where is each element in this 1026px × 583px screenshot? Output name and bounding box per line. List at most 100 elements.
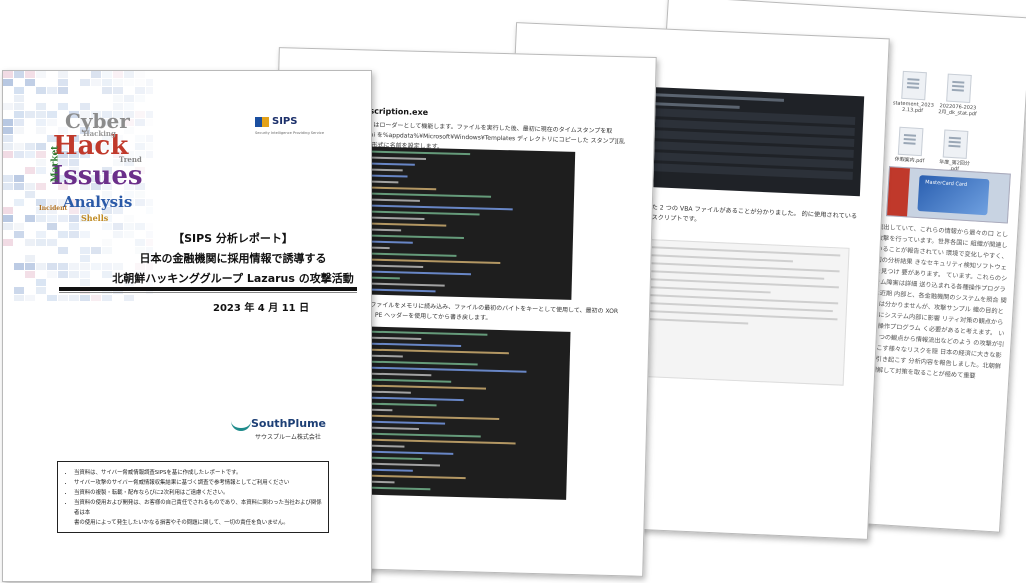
mosaic-tile xyxy=(3,143,13,150)
mosaic-tile xyxy=(80,263,90,270)
mosaic-tile xyxy=(124,95,134,102)
mosaic-tile xyxy=(36,239,46,246)
sips-logo-icon xyxy=(255,116,269,127)
mosaic-tile xyxy=(3,127,13,134)
mosaic-tile xyxy=(80,271,90,278)
page2-para-2: れた.bin ファイルをメモリに読み込み、ファイルの最初のバイトをキーとして使用… xyxy=(344,300,619,322)
mosaic-tile xyxy=(135,87,145,94)
mosaic-tile xyxy=(146,111,153,118)
mosaic-tile xyxy=(69,271,79,278)
mosaic-tile xyxy=(146,119,153,126)
mosaic-tile xyxy=(36,71,46,78)
page3-body-text: られた 2 つの VBA ファイルがあることが分かりました。 的に使用されている… xyxy=(638,203,858,224)
code-screenshot-1 xyxy=(349,146,576,300)
mosaic-tile xyxy=(146,207,153,214)
disclaimer-item: 当資料の複製・転載・配布ならびに2次利用はご遠慮ください。 xyxy=(74,488,324,498)
wave-icon xyxy=(231,416,251,431)
mosaic-tile xyxy=(58,295,68,301)
title-rule xyxy=(59,287,357,291)
mosaic-tile xyxy=(135,95,145,102)
page4-body-text: %流出していて、これらの情報から最々の口 とした攻撃を行っています。世界各国に … xyxy=(862,223,1009,380)
mosaic-tile xyxy=(14,87,24,94)
mosaic-tile xyxy=(102,87,112,94)
mosaic-tile xyxy=(58,79,68,86)
mosaic-tile xyxy=(91,247,101,254)
mosaic-tile xyxy=(146,135,153,142)
mosaic-tile xyxy=(135,71,145,78)
mosaic-tile xyxy=(135,79,145,86)
mosaic-tile xyxy=(47,239,57,246)
mosaic-tile xyxy=(3,79,13,86)
mosaic-tile xyxy=(113,87,123,94)
mosaic-tile xyxy=(80,295,90,301)
mosaic-tile xyxy=(3,183,13,190)
mosaic-tile xyxy=(3,71,13,78)
mosaic-tile xyxy=(91,79,101,86)
mosaic-tile xyxy=(102,295,112,301)
mosaic-tile xyxy=(3,215,13,222)
mosaic-tile xyxy=(102,71,112,78)
mosaic-tile xyxy=(36,263,46,270)
mosaic-tile xyxy=(80,279,90,286)
mosaic-tile xyxy=(58,271,68,278)
mosaic-tile xyxy=(91,71,101,78)
mosaic-tile xyxy=(113,95,123,102)
report-cover-page: Cyber Hack Issues Analysis Hacking Marke… xyxy=(2,70,372,582)
mosaic-tile xyxy=(25,295,35,301)
pdf-file-item: 2022076-2023 2月_dk_stat.pdf xyxy=(937,73,980,131)
disclaimer-item: 書の使用によって発生したいかなる損害やその問題に関して、一切の責任を負いません。 xyxy=(74,520,289,526)
mosaic-tile xyxy=(113,71,123,78)
code-screenshot-2 xyxy=(344,326,571,500)
mosaic-tile xyxy=(58,87,68,94)
script-screenshot xyxy=(631,238,850,386)
mosaic-tile xyxy=(146,199,153,206)
mosaic-tile xyxy=(69,295,79,301)
report-title: 【SIPS 分析レポート】 日本の金融機関に採用情報で誘導する 北朝鮮ハッキング… xyxy=(112,232,354,285)
mosaic-tile xyxy=(3,223,13,230)
mosaic-tile xyxy=(47,263,57,270)
mosaic-tile xyxy=(124,71,134,78)
mosaic-tile xyxy=(58,247,68,254)
mosaic-tile xyxy=(102,79,112,86)
sips-logo: SIPS Security Intelligence Providing Ser… xyxy=(255,116,325,135)
cyber-wordcloud: Cyber Hack Issues Analysis Hacking Marke… xyxy=(39,109,143,223)
mosaic-tile xyxy=(80,79,90,86)
mosaic-tile xyxy=(14,95,24,102)
mosaic-tile xyxy=(3,135,13,142)
disclaimer-item: サイバー攻撃のサイバー脅威情報収集結果に基づく調査で参考情報としてご利用ください xyxy=(74,478,324,488)
mosaic-tile xyxy=(14,263,24,270)
mosaic-tile xyxy=(146,143,153,150)
card-icon: MasterCard Card xyxy=(917,175,990,216)
mosaic-tile xyxy=(47,87,57,94)
mosaic-tile xyxy=(36,87,46,94)
mosaic-tile xyxy=(91,263,101,270)
pdf-file-icon xyxy=(897,126,924,157)
mosaic-tile xyxy=(25,79,35,86)
mosaic-tile xyxy=(58,263,68,270)
mosaic-tile xyxy=(91,295,101,301)
mosaic-tile xyxy=(3,119,13,126)
southplume-logo: SouthPlume サウスプルーム株式会社 xyxy=(231,413,341,441)
mosaic-tile xyxy=(25,71,35,78)
mosaic-tile xyxy=(113,79,123,86)
credit-card-image: MasterCard Card xyxy=(886,166,1011,224)
mosaic-tile xyxy=(3,175,13,182)
mosaic-tile xyxy=(47,271,57,278)
mosaic-tile xyxy=(3,103,13,110)
mosaic-tile xyxy=(14,287,24,294)
mosaic-tile xyxy=(25,255,35,262)
pdf-file-icon xyxy=(901,70,927,101)
mosaic-tile xyxy=(58,71,68,78)
mosaic-tile xyxy=(25,263,35,270)
mosaic-tile xyxy=(69,263,79,270)
mosaic-tile xyxy=(124,79,134,86)
mosaic-tile xyxy=(14,71,24,78)
mosaic-tile xyxy=(146,87,153,94)
mosaic-tile xyxy=(80,255,90,262)
disclaimer-item: 当資料は、サイバー脅威情報調査SIPSを基に作成したレポートです。 xyxy=(74,468,324,478)
mosaic-tile xyxy=(36,279,46,286)
mosaic-tile xyxy=(36,287,46,294)
mosaic-tile xyxy=(25,271,35,278)
dark-screenshot xyxy=(640,86,865,197)
mosaic-tile xyxy=(47,295,57,301)
